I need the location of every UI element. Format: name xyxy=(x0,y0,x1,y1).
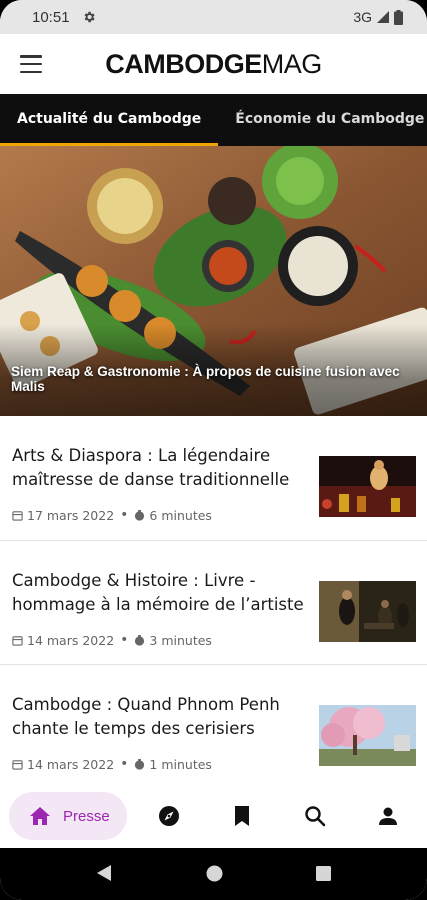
search-icon[interactable] xyxy=(303,804,327,828)
list-item[interactable]: Cambodge & Histoire : Livre - hommage à … xyxy=(0,540,427,664)
article-date: 14 mars 2022 xyxy=(27,756,115,772)
battery-icon xyxy=(394,9,403,25)
recents-icon[interactable] xyxy=(316,866,331,881)
hero-article[interactable]: Siem Reap & Gastronomie : À propos de cu… xyxy=(0,146,427,416)
article-thumbnail xyxy=(319,581,416,642)
book-event-photo xyxy=(319,581,416,642)
phone-screen: 10:51 3G CAMBODGEMAG Actualité du Cambod… xyxy=(0,0,427,900)
home-circle-icon[interactable] xyxy=(206,865,223,882)
tab-economie[interactable]: Économie du Cambodge xyxy=(218,94,427,146)
home-icon xyxy=(30,807,50,825)
back-icon[interactable] xyxy=(96,864,112,882)
compass-icon[interactable] xyxy=(157,804,181,828)
article-meta: 14 mars 2022 • 1 minutes xyxy=(12,756,212,772)
article-read-time: 6 minutes xyxy=(149,507,212,523)
clock-icon xyxy=(135,509,145,521)
article-meta: 17 mars 2022 • 6 minutes xyxy=(12,507,212,523)
meta-separator: • xyxy=(120,756,129,772)
article-date: 14 mars 2022 xyxy=(27,632,115,648)
hero-caption: Siem Reap & Gastronomie : À propos de cu… xyxy=(0,324,427,416)
gear-icon xyxy=(84,11,95,23)
category-tabs: Actualité du Cambodge Économie du Cambod… xyxy=(0,94,427,146)
meta-separator: • xyxy=(120,507,129,523)
article-thumbnail xyxy=(319,456,416,517)
nav-presse-label: Presse xyxy=(63,807,110,825)
article-date: 17 mars 2022 xyxy=(27,507,115,523)
calendar-icon xyxy=(12,635,23,646)
calendar-icon xyxy=(12,759,23,770)
site-logo[interactable]: CAMBODGEMAG xyxy=(0,48,427,80)
meta-separator: • xyxy=(120,632,129,648)
article-title: Cambodge & Histoire : Livre - hommage à … xyxy=(12,571,304,614)
list-item[interactable]: Cambodge : Quand Phnom Penh chante le te… xyxy=(0,664,427,788)
calendar-icon xyxy=(12,510,23,521)
article-thumbnail xyxy=(319,705,416,766)
article-read-time: 1 minutes xyxy=(149,756,212,772)
article-meta: 14 mars 2022 • 3 minutes xyxy=(12,632,212,648)
list-item[interactable]: Arts & Diaspora : La légendaire maîtress… xyxy=(0,416,427,540)
status-time: 10:51 xyxy=(32,8,70,26)
article-title: Arts & Diaspora : La légendaire maîtress… xyxy=(12,446,290,489)
article-title: Cambodge : Quand Phnom Penh chante le te… xyxy=(12,695,280,738)
clock-icon xyxy=(135,758,145,770)
bookmark-icon[interactable] xyxy=(230,804,254,828)
cherry-blossom-photo xyxy=(319,705,416,766)
network-type: 3G xyxy=(353,9,372,25)
tab-actualite[interactable]: Actualité du Cambodge xyxy=(0,94,219,146)
nav-presse-button[interactable]: Presse xyxy=(9,792,127,840)
app-header: CAMBODGEMAG xyxy=(0,34,427,94)
article-list: Arts & Diaspora : La légendaire maîtress… xyxy=(0,416,427,788)
dance-performance-photo xyxy=(319,456,416,517)
clock-icon xyxy=(135,634,145,646)
article-read-time: 3 minutes xyxy=(149,632,212,648)
signal-icon xyxy=(377,11,389,23)
status-bar: 10:51 3G xyxy=(0,0,427,34)
person-icon[interactable] xyxy=(376,804,400,828)
bottom-navigation: Presse xyxy=(0,784,427,848)
system-navigation-bar xyxy=(0,848,427,900)
